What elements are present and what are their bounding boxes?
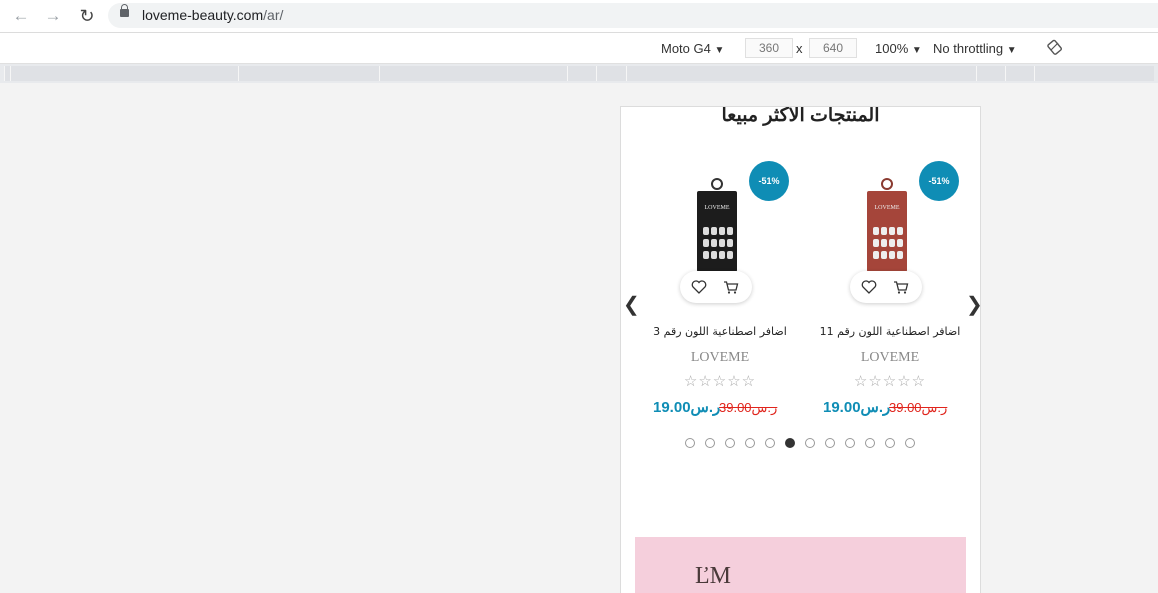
url-text[interactable]: loveme-beauty.com/ar/ <box>142 7 283 23</box>
price-current: 19.00ر.س <box>823 399 891 416</box>
heart-icon[interactable] <box>860 278 878 296</box>
rating-stars: ☆☆☆☆☆ <box>683 373 757 390</box>
url-host: loveme-beauty.com <box>142 7 264 23</box>
device-toolbar: Moto G4 ▼ 360 x 640 100% ▼ No throttling… <box>0 33 1158 64</box>
back-arrow-icon[interactable]: ← <box>10 5 32 27</box>
carousel-prev-icon[interactable]: ❮ <box>623 292 640 317</box>
mobile-viewport: المنتجات الاكثر مبيعا ❮ ❯ LOVEME -51% اض… <box>620 106 981 593</box>
rotate-icon[interactable] <box>1047 39 1063 55</box>
promo-banner[interactable]: ĽM <box>635 537 966 593</box>
carousel-dot[interactable] <box>825 438 835 448</box>
chevron-down-icon: ▼ <box>911 45 922 56</box>
lock-icon[interactable] <box>120 4 129 17</box>
product-name[interactable]: اضافر اصطناعية اللون رقم 11 <box>815 325 965 338</box>
product-box-logo: LOVEME <box>705 205 730 211</box>
forward-arrow-icon[interactable]: → <box>42 5 64 27</box>
discount-badge: -51% <box>749 161 789 201</box>
carousel-dot[interactable] <box>785 438 795 448</box>
price-current: 19.00ر.س <box>653 399 721 416</box>
ruler-segment[interactable] <box>976 66 1005 81</box>
carousel-dot[interactable] <box>865 438 875 448</box>
carousel-dot[interactable] <box>745 438 755 448</box>
carousel-dot[interactable] <box>905 438 915 448</box>
brand-logo-icon: ĽM <box>695 563 731 589</box>
product-actions <box>850 271 922 303</box>
dimension-separator: x <box>796 41 803 56</box>
throttle-value: No throttling <box>933 41 1004 56</box>
product-box-logo: LOVEME <box>875 205 900 211</box>
product-actions <box>680 271 752 303</box>
chevron-down-icon: ▼ <box>1006 45 1017 56</box>
carousel-dot[interactable] <box>765 438 775 448</box>
ruler-segment[interactable] <box>238 66 379 81</box>
product-image[interactable]: LOVEME <box>687 177 747 272</box>
height-input[interactable]: 640 <box>809 38 857 58</box>
carousel-dot[interactable] <box>805 438 815 448</box>
ruler-segment[interactable] <box>1005 66 1034 81</box>
ruler-segment[interactable] <box>10 66 238 81</box>
url-path: /ar/ <box>263 7 284 23</box>
rating-stars: ☆☆☆☆☆ <box>853 373 927 390</box>
carousel-dot[interactable] <box>885 438 895 448</box>
reload-icon[interactable]: ↻ <box>76 5 98 27</box>
carousel-dot[interactable] <box>705 438 715 448</box>
product-brand[interactable]: LOVEME <box>645 350 795 366</box>
zoom-value: 100% <box>875 41 909 56</box>
zoom-select[interactable]: 100% ▼ <box>875 41 922 56</box>
carousel-dot[interactable] <box>845 438 855 448</box>
product-card[interactable]: LOVEME -51% اضافر اصطناعية اللون رقم 3 L… <box>645 159 805 419</box>
ruler-segment[interactable] <box>596 66 626 81</box>
price-original: 39.00ر.س <box>719 400 778 415</box>
cart-icon[interactable] <box>722 278 740 296</box>
device-select[interactable]: Moto G4 ▼ <box>661 41 724 56</box>
cart-icon[interactable] <box>892 278 910 296</box>
browser-toolbar: ← → ↻ loveme-beauty.com/ar/ <box>0 0 1158 33</box>
product-card[interactable]: LOVEME -51% اضافر اصطناعية اللون رقم 11 … <box>815 159 975 419</box>
ruler-segment[interactable] <box>379 66 567 81</box>
device-name: Moto G4 <box>661 41 711 56</box>
media-query-ruler[interactable] <box>0 64 1158 83</box>
ruler-segment[interactable] <box>567 66 596 81</box>
throttle-select[interactable]: No throttling ▼ <box>933 41 1017 56</box>
discount-badge: -51% <box>919 161 959 201</box>
carousel-dot[interactable] <box>725 438 735 448</box>
product-brand[interactable]: LOVEME <box>815 350 965 366</box>
address-bar[interactable]: loveme-beauty.com/ar/ <box>108 3 1158 28</box>
price-original: 39.00ر.س <box>889 400 948 415</box>
ruler-segment[interactable] <box>1034 66 1154 81</box>
product-name[interactable]: اضافر اصطناعية اللون رقم 3 <box>645 325 795 338</box>
heart-icon[interactable] <box>690 278 708 296</box>
section-title: المنتجات الاكثر مبيعا <box>721 106 880 126</box>
carousel-dot[interactable] <box>685 438 695 448</box>
ruler-segment[interactable] <box>626 66 976 81</box>
chevron-down-icon: ▼ <box>714 45 725 56</box>
width-input[interactable]: 360 <box>745 38 793 58</box>
product-image[interactable]: LOVEME <box>857 177 917 272</box>
